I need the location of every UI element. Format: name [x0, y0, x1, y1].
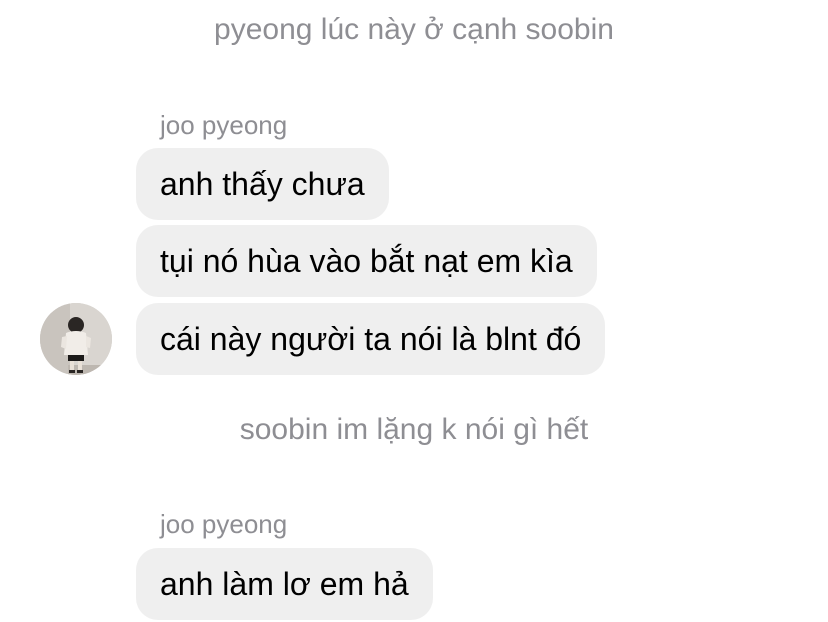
- message-bubble[interactable]: anh làm lơ em hả: [136, 548, 433, 620]
- system-note-middle: soobin im lặng k nói gì hết: [239, 413, 589, 446]
- message-bubble[interactable]: cái này người ta nói là blnt đó: [136, 303, 606, 375]
- sender-name: joo pyeong: [160, 110, 288, 140]
- avatar-photo-icon: [40, 303, 112, 375]
- system-note-top: pyeong lúc này ở cạnh soobin: [214, 13, 614, 46]
- avatar[interactable]: [40, 303, 112, 375]
- message-bubble[interactable]: anh thấy chưa: [136, 148, 389, 220]
- sender-name: joo pyeong: [160, 509, 288, 539]
- message-bubble[interactable]: tụi nó hùa vào bắt nạt em kìa: [136, 225, 597, 297]
